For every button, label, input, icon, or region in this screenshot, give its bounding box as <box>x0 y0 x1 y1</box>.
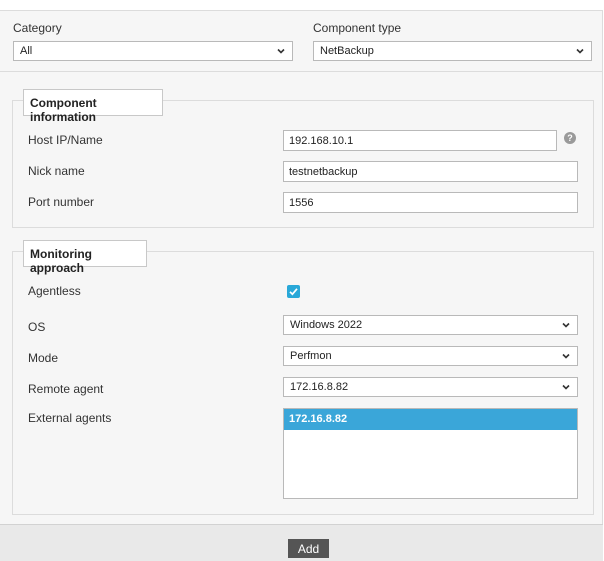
port-label: Port number <box>28 195 95 209</box>
host-value: 192.168.10.1 <box>289 135 354 147</box>
external-agents-label: External agents <box>28 411 112 425</box>
port-value: 1556 <box>289 197 314 209</box>
category-label: Category <box>13 21 62 35</box>
add-button[interactable]: Add <box>288 539 329 558</box>
nick-name-input[interactable]: testnetbackup <box>283 161 578 182</box>
host-label: Host IP/Name <box>28 133 103 147</box>
chevron-down-icon <box>277 48 285 54</box>
chevron-down-icon <box>576 48 584 54</box>
host-input[interactable]: 192.168.10.1 <box>283 130 557 151</box>
os-label: OS <box>28 320 46 334</box>
mode-select[interactable]: Perfmon <box>283 346 578 366</box>
remote-agent-select[interactable]: 172.16.8.82 <box>283 377 578 397</box>
category-value: All <box>20 45 33 57</box>
os-select[interactable]: Windows 2022 <box>283 315 578 335</box>
checkmark-icon <box>289 288 298 296</box>
remote-agent-label: Remote agent <box>28 382 104 396</box>
component-info-legend: Component information <box>23 89 163 124</box>
category-select[interactable]: All <box>13 41 293 61</box>
external-agents-listbox[interactable]: 172.16.8.82 <box>283 408 578 499</box>
filter-bar: Category All Component type NetBackup <box>0 10 603 72</box>
chevron-down-icon <box>562 384 570 390</box>
monitoring-legend: Monitoring approach <box>23 240 147 275</box>
external-agent-item[interactable]: 172.16.8.82 <box>284 409 577 430</box>
mode-label: Mode <box>28 351 59 365</box>
footer-bar: Add <box>0 524 603 561</box>
mode-value: Perfmon <box>290 350 332 362</box>
os-value: Windows 2022 <box>290 319 363 331</box>
port-input[interactable]: 1556 <box>283 192 578 213</box>
remote-agent-value: 172.16.8.82 <box>290 381 349 393</box>
nick-name-value: testnetbackup <box>289 166 358 178</box>
chevron-down-icon <box>562 353 570 359</box>
component-type-value: NetBackup <box>320 45 374 57</box>
help-icon[interactable]: ? <box>564 132 576 144</box>
agentless-checkbox[interactable] <box>287 285 300 298</box>
component-type-select[interactable]: NetBackup <box>313 41 592 61</box>
agentless-label: Agentless <box>28 284 81 298</box>
nick-name-label: Nick name <box>28 164 85 178</box>
chevron-down-icon <box>562 322 570 328</box>
component-type-label: Component type <box>313 21 402 35</box>
